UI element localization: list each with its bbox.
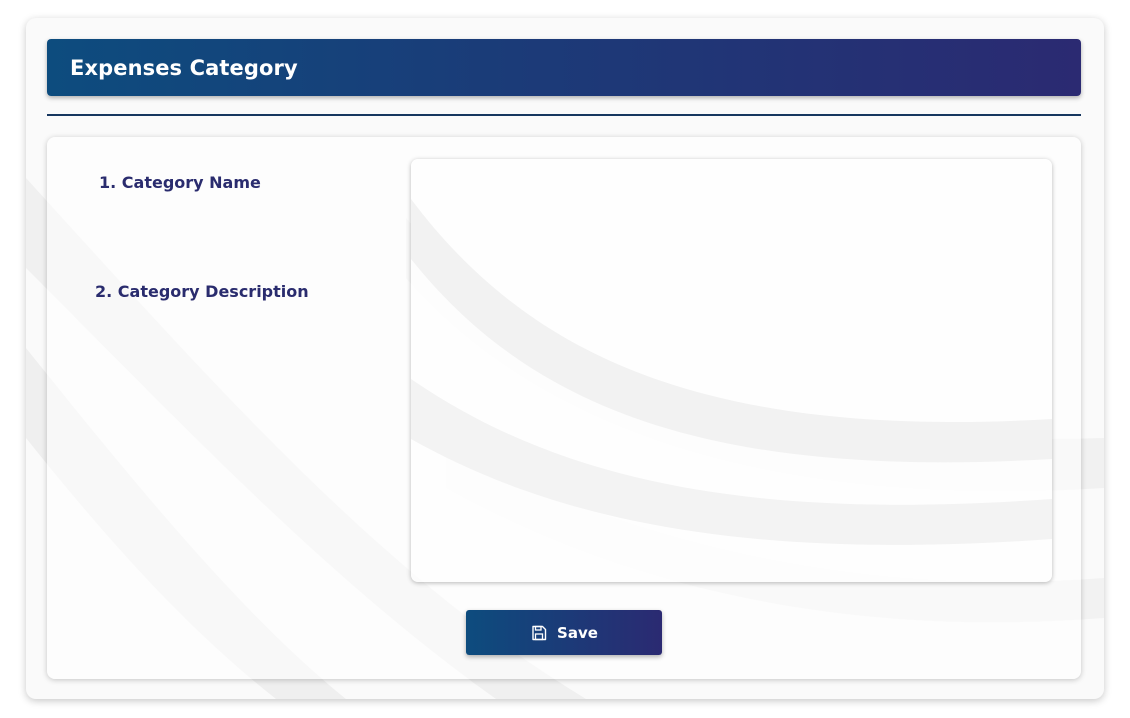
category-input-panel[interactable] — [411, 159, 1052, 582]
form-card: 1. Category Name 2. Category Description… — [47, 137, 1081, 679]
expenses-category-card: Expenses Category 1. Category Name 2. Ca… — [26, 18, 1104, 699]
page-title: Expenses Category — [70, 55, 298, 80]
category-name-label: 1. Category Name — [99, 173, 261, 192]
save-icon — [530, 624, 548, 642]
header-bar: Expenses Category — [47, 39, 1081, 96]
category-description-label: 2. Category Description — [95, 282, 309, 301]
panel-decoration — [411, 199, 1052, 545]
save-button-label: Save — [557, 623, 598, 642]
save-button[interactable]: Save — [466, 610, 662, 655]
header-divider — [47, 114, 1081, 116]
